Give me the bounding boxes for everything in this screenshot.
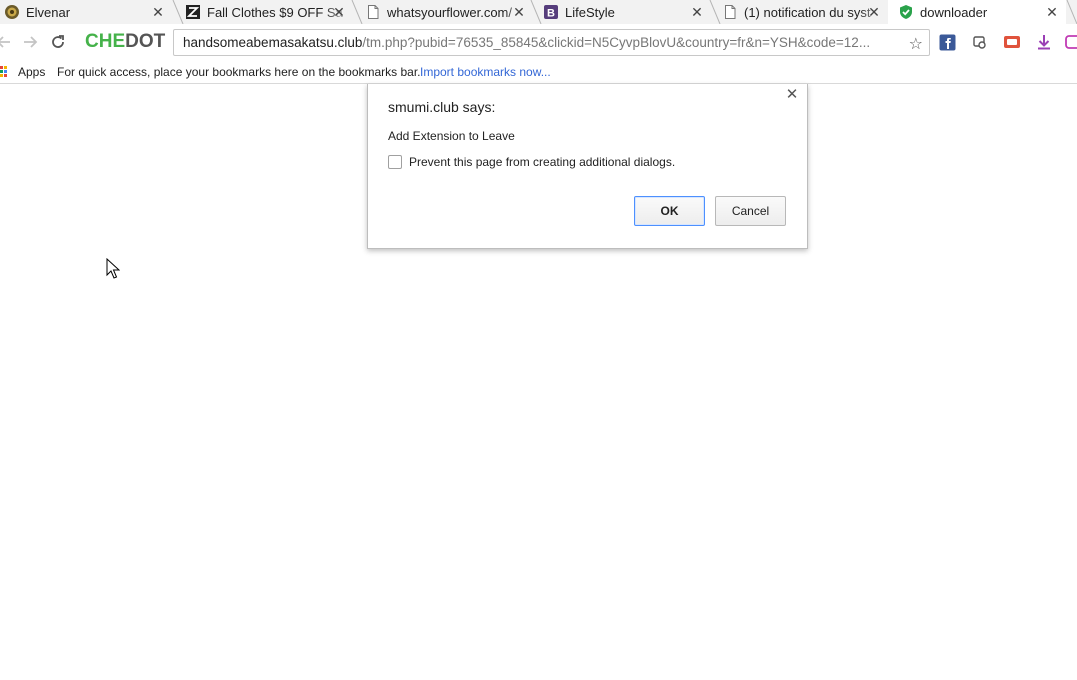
prevent-dialogs-checkbox[interactable] <box>388 155 402 169</box>
page-icon <box>365 4 381 20</box>
js-alert-dialog: smumi.club says: ✕ Add Extension to Leav… <box>367 84 808 249</box>
close-icon[interactable]: ✕ <box>689 3 705 21</box>
incognito-icon[interactable] <box>971 33 989 51</box>
elvenar-icon <box>4 4 20 20</box>
facebook-icon[interactable] <box>938 33 956 51</box>
mouse-cursor-icon <box>106 258 120 279</box>
tab-separator <box>709 0 721 24</box>
browser-toolbar: CHEDOT handsomeabemasakatsu.club/tm.php?… <box>0 24 1077 60</box>
bookmarks-hint: For quick access, place your bookmarks h… <box>57 65 421 79</box>
close-icon[interactable]: ✕ <box>785 86 799 103</box>
tab-separator <box>530 0 542 24</box>
tab-downloader-active[interactable]: downloader ✕ <box>888 0 1066 24</box>
tab-separator <box>172 0 184 24</box>
chedot-logo: CHEDOT <box>85 31 166 52</box>
tab-elvenar[interactable]: Elvenar ✕ <box>4 0 172 24</box>
zaful-z-icon <box>185 4 201 20</box>
video-download-icon[interactable] <box>1003 33 1021 51</box>
import-bookmarks-link[interactable]: Import bookmarks now... <box>420 65 551 79</box>
prevent-dialogs-label[interactable]: Prevent this page from creating addition… <box>409 155 675 169</box>
bootstrap-b-icon: B <box>543 4 559 20</box>
green-shield-check-icon <box>898 4 914 20</box>
prevent-dialogs-row[interactable]: Prevent this page from creating addition… <box>388 155 675 169</box>
bookmark-star-icon[interactable]: ☆ <box>909 34 923 54</box>
apps-grid-icon[interactable] <box>0 65 10 79</box>
reload-icon[interactable] <box>48 32 68 52</box>
tab-separator <box>351 0 363 24</box>
url-host: handsomeabemasakatsu.club <box>183 35 363 50</box>
download-icon[interactable] <box>1035 33 1053 51</box>
page-icon <box>722 4 738 20</box>
new-tab-button[interactable] <box>1066 0 1077 24</box>
close-icon[interactable]: ✕ <box>1044 3 1060 21</box>
close-icon[interactable]: ✕ <box>331 3 347 21</box>
forward-arrow-icon[interactable] <box>20 32 40 52</box>
tab-whatsyourflower[interactable]: whatsyourflower.com/ ✕ <box>365 0 533 24</box>
tab-strip: Elvenar ✕ Fall Clothes $9 OFF Sa ✕ whats… <box>0 0 1077 24</box>
svg-text:B: B <box>547 8 555 20</box>
url-path: /tm.php?pubid=76535_85845&clickid=N5Cyvp… <box>362 35 871 50</box>
back-arrow-icon[interactable] <box>0 32 14 52</box>
dialog-message: Add Extension to Leave <box>388 129 515 143</box>
close-icon[interactable]: ✕ <box>150 3 166 21</box>
apps-button[interactable]: Apps <box>18 65 45 79</box>
close-icon[interactable]: ✕ <box>866 3 882 21</box>
tab-notification[interactable]: (1) notification du syst ✕ <box>722 0 888 24</box>
ok-button[interactable]: OK <box>634 196 705 226</box>
menu-extension-icon[interactable] <box>1064 33 1077 51</box>
cancel-button[interactable]: Cancel <box>715 196 786 226</box>
tab-lifestyle[interactable]: B LifeStyle ✕ <box>543 0 711 24</box>
bookmarks-bar: Apps For quick access, place your bookma… <box>0 60 1077 84</box>
dialog-title: smumi.club says: <box>388 99 496 115</box>
close-icon[interactable]: ✕ <box>511 3 527 21</box>
tab-fall-clothes[interactable]: Fall Clothes $9 OFF Sa ✕ <box>185 0 353 24</box>
address-bar[interactable]: handsomeabemasakatsu.club/tm.php?pubid=7… <box>173 29 930 56</box>
